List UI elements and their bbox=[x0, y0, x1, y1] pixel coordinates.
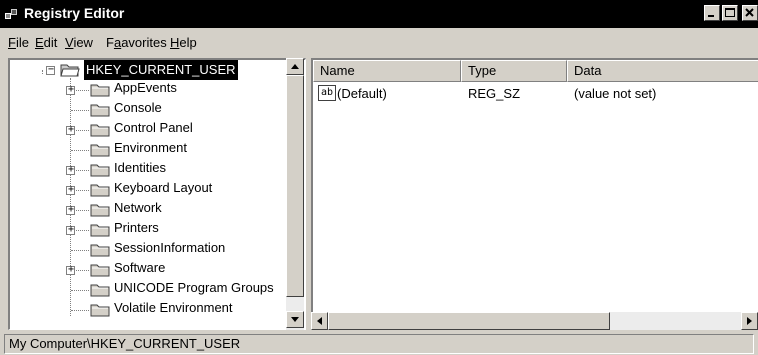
menu-file[interactable]: File bbox=[8, 35, 29, 50]
folder-icon bbox=[90, 184, 110, 197]
expand-toggle[interactable]: + bbox=[66, 224, 75, 235]
folder-icon bbox=[90, 84, 110, 97]
tree-item-label: Keyboard Layout bbox=[114, 180, 213, 195]
plus-icon: + bbox=[68, 204, 75, 215]
expand-toggle[interactable]: + bbox=[66, 124, 75, 135]
value-name: (Default) bbox=[337, 86, 387, 101]
menu-bar: File Edit View Faavorites Help bbox=[0, 28, 758, 56]
menu-help[interactable]: Help bbox=[170, 35, 197, 50]
tree-line bbox=[71, 250, 89, 251]
folder-icon bbox=[90, 124, 110, 137]
maximize-icon bbox=[725, 8, 735, 17]
arrow-up-icon bbox=[291, 64, 299, 69]
arrow-down-icon bbox=[291, 317, 299, 322]
menu-edit[interactable]: Edit bbox=[35, 35, 57, 50]
string-value-icon: ab bbox=[318, 85, 336, 101]
tree-item[interactable]: Environment bbox=[10, 140, 290, 160]
tree-line bbox=[71, 290, 89, 291]
menu-favorites[interactable]: Faavorites bbox=[106, 35, 167, 50]
tree-item[interactable]: + Printers bbox=[10, 220, 290, 240]
plus-icon: + bbox=[68, 84, 75, 95]
scroll-thumb[interactable] bbox=[286, 75, 304, 297]
window-title: Registry Editor bbox=[24, 5, 125, 21]
column-header-type[interactable]: Type bbox=[461, 60, 567, 82]
arrow-left-icon bbox=[317, 317, 322, 325]
tree-item-label: Volatile Environment bbox=[114, 300, 233, 315]
folder-icon bbox=[90, 164, 110, 177]
status-path: My Computer\HKEY_CURRENT_USER bbox=[4, 334, 754, 354]
folder-icon bbox=[90, 104, 110, 117]
folder-icon bbox=[90, 224, 110, 237]
tree-item[interactable]: + Software bbox=[10, 260, 290, 280]
values-list[interactable]: Name Type Data ab (Default) REG_SZ (valu… bbox=[311, 58, 758, 330]
close-icon bbox=[745, 8, 754, 17]
scroll-right-button[interactable] bbox=[741, 312, 758, 330]
plus-icon: + bbox=[68, 164, 75, 175]
tree-item-label: Control Panel bbox=[114, 120, 193, 135]
value-data: (value not set) bbox=[574, 86, 657, 101]
tree-item-label: Software bbox=[114, 260, 166, 275]
tree-item-label: SessionInformation bbox=[114, 240, 226, 255]
column-header-name[interactable]: Name bbox=[313, 60, 461, 82]
plus-icon: + bbox=[68, 224, 75, 235]
maximize-button[interactable] bbox=[722, 5, 738, 21]
tree-line bbox=[71, 150, 89, 151]
value-type: REG_SZ bbox=[468, 86, 521, 101]
folder-icon bbox=[90, 304, 110, 317]
open-folder-icon bbox=[60, 64, 80, 77]
tree-item-label: AppEvents bbox=[114, 80, 177, 95]
minimize-button[interactable] bbox=[704, 5, 720, 21]
tree-item-label: Identities bbox=[114, 160, 167, 175]
close-button[interactable] bbox=[742, 5, 758, 21]
tree-scrollbar[interactable] bbox=[286, 58, 304, 330]
tree-item[interactable]: + Network bbox=[10, 200, 290, 220]
tree-item[interactable]: SessionInformation bbox=[10, 240, 290, 260]
tree-item[interactable]: + Keyboard Layout bbox=[10, 180, 290, 200]
status-bar: My Computer\HKEY_CURRENT_USER bbox=[0, 332, 758, 355]
tree-line bbox=[42, 70, 43, 74]
scroll-thumb[interactable] bbox=[328, 312, 610, 330]
registry-editor-icon bbox=[5, 9, 17, 19]
tree-item[interactable]: Console bbox=[10, 100, 290, 120]
tree-line bbox=[71, 310, 89, 311]
plus-icon: + bbox=[68, 264, 75, 275]
tree-item-label: Console bbox=[114, 100, 162, 115]
tree-item[interactable]: + Control Panel bbox=[10, 120, 290, 140]
title-bar[interactable]: Registry Editor bbox=[0, 0, 758, 28]
scroll-left-button[interactable] bbox=[311, 312, 328, 330]
tree-item-label: Environment bbox=[114, 140, 187, 155]
expand-toggle[interactable]: + bbox=[66, 84, 75, 95]
scroll-up-button[interactable] bbox=[286, 58, 304, 75]
plus-icon: + bbox=[68, 184, 75, 195]
tree-item-label: Printers bbox=[114, 220, 159, 235]
minus-icon: − bbox=[48, 64, 55, 75]
list-item[interactable]: ab (Default) REG_SZ (value not set) bbox=[313, 84, 758, 104]
plus-icon: + bbox=[68, 124, 75, 135]
tree-item[interactable]: UNICODE Program Groups bbox=[10, 280, 290, 300]
tree-item[interactable]: + Identities bbox=[10, 160, 290, 180]
tree-item-label: UNICODE Program Groups bbox=[114, 280, 274, 295]
key-tree[interactable]: − HKEY_CURRENT_USER + AppEvents Console + Co… bbox=[8, 58, 306, 330]
folder-icon bbox=[90, 244, 110, 257]
expand-toggle[interactable]: + bbox=[66, 264, 75, 275]
column-header-data[interactable]: Data bbox=[567, 60, 758, 82]
collapse-toggle[interactable]: − bbox=[46, 64, 55, 75]
minimize-icon bbox=[708, 15, 714, 17]
folder-icon bbox=[90, 144, 110, 157]
arrow-right-icon bbox=[747, 317, 752, 325]
expand-toggle[interactable]: + bbox=[66, 204, 75, 215]
scroll-down-button[interactable] bbox=[286, 311, 304, 328]
folder-icon bbox=[90, 264, 110, 277]
menu-view[interactable]: View bbox=[65, 35, 93, 50]
expand-toggle[interactable]: + bbox=[66, 164, 75, 175]
tree-item[interactable]: + AppEvents bbox=[10, 80, 290, 100]
tree-item[interactable]: Volatile Environment bbox=[10, 300, 290, 320]
expand-toggle[interactable]: + bbox=[66, 184, 75, 195]
folder-icon bbox=[90, 284, 110, 297]
tree-item-label: Network bbox=[114, 200, 162, 215]
tree-item-label: HKEY_CURRENT_USER bbox=[84, 60, 238, 80]
folder-icon bbox=[90, 204, 110, 217]
list-scrollbar[interactable] bbox=[311, 312, 758, 330]
tree-line bbox=[71, 110, 89, 111]
